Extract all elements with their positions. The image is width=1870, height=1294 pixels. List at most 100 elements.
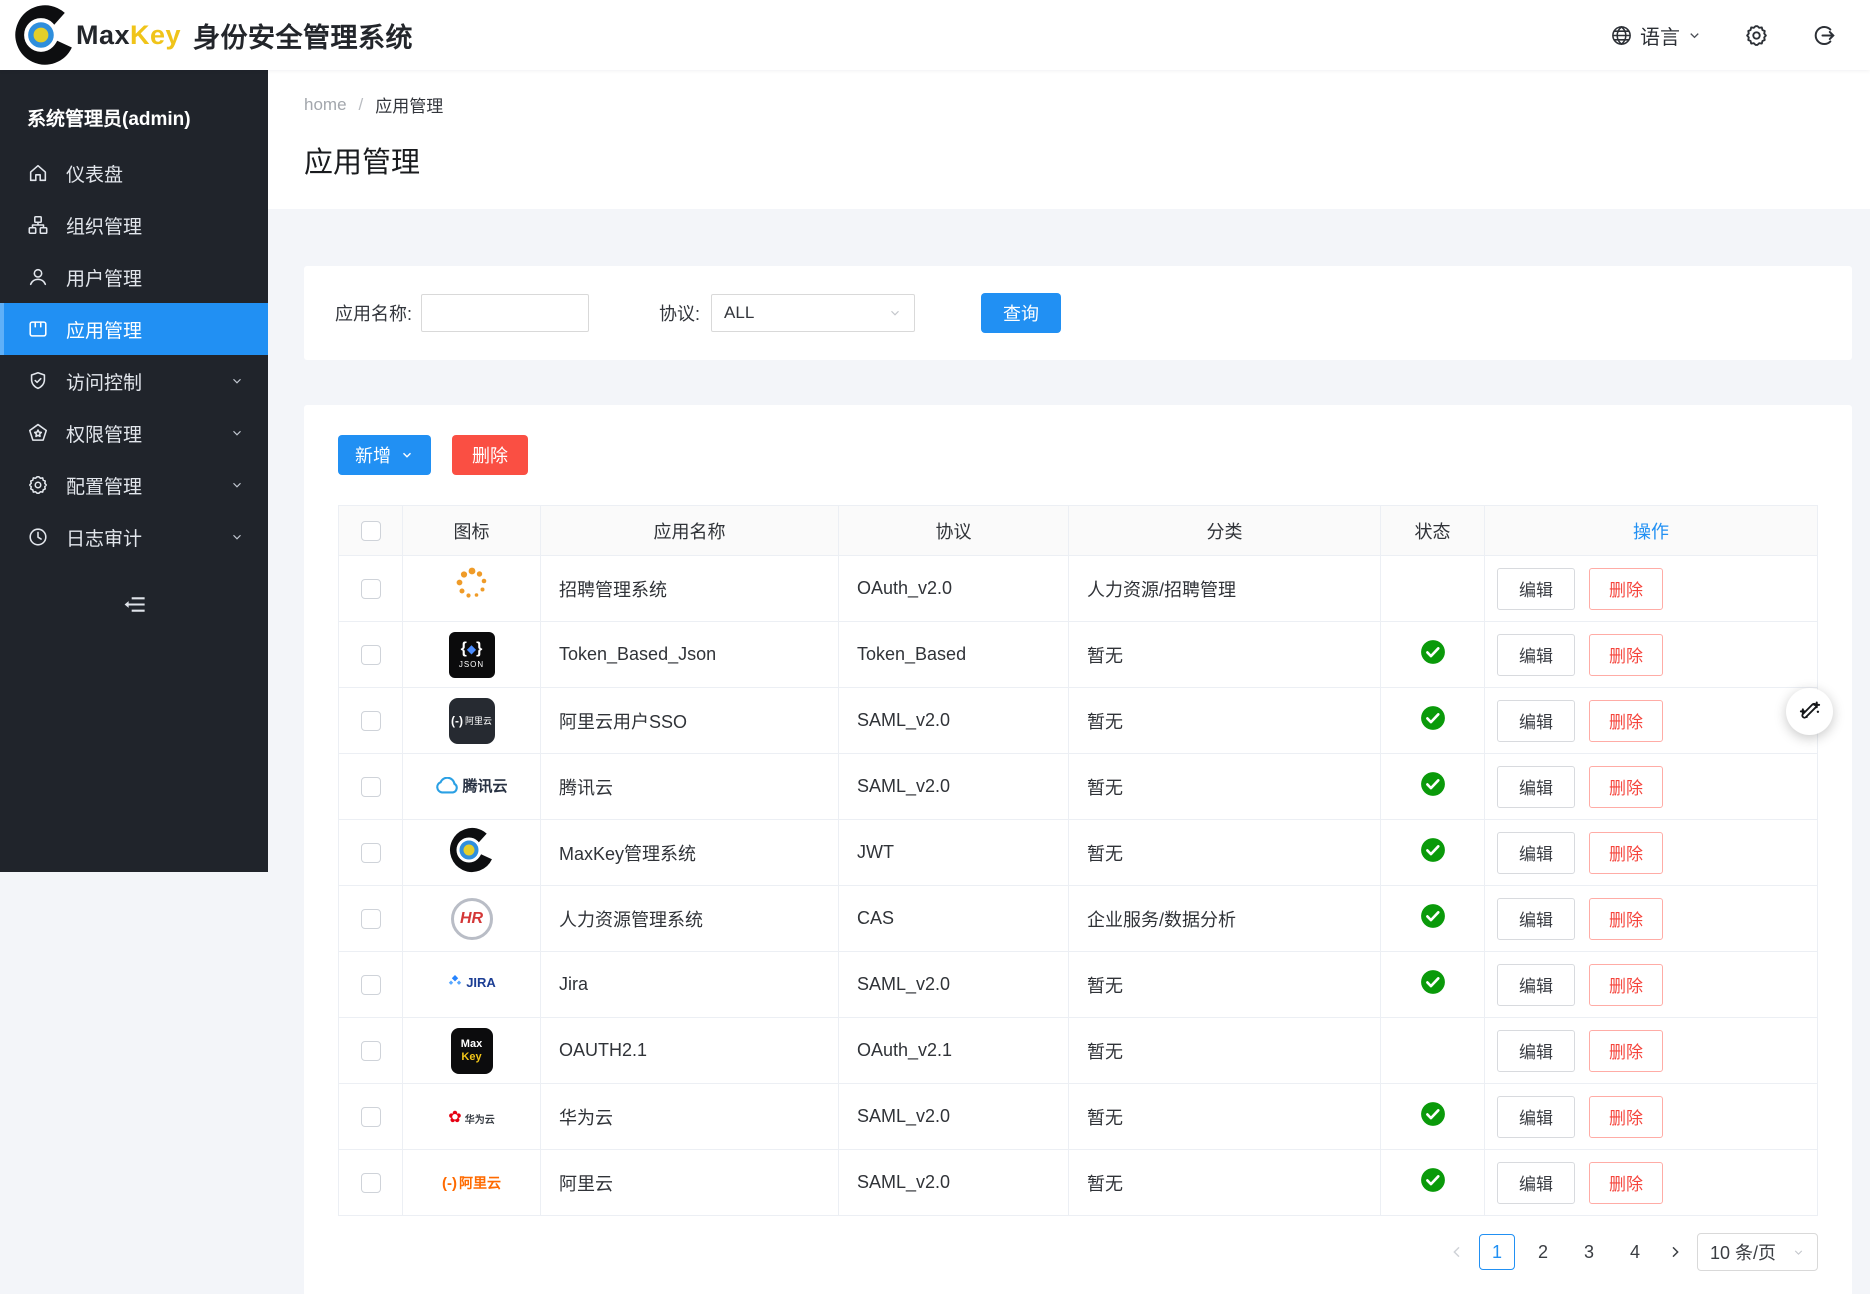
row-checkbox[interactable] bbox=[361, 1041, 381, 1061]
maxkey-dark-icon: MaxKey bbox=[451, 1028, 493, 1074]
language-menu[interactable]: 语言 bbox=[1610, 21, 1702, 50]
edit-button[interactable]: 编辑 bbox=[1497, 1030, 1575, 1072]
row-checkbox[interactable] bbox=[361, 843, 381, 863]
sidebar-item-label: 组织管理 bbox=[66, 212, 142, 239]
logout-icon[interactable] bbox=[1811, 23, 1836, 48]
row-checkbox[interactable] bbox=[361, 975, 381, 995]
pagination-prev-icon[interactable] bbox=[1449, 1244, 1465, 1260]
row-checkbox[interactable] bbox=[361, 1107, 381, 1127]
app-status bbox=[1381, 1018, 1485, 1084]
row-checkbox[interactable] bbox=[361, 645, 381, 665]
magic-wand-button[interactable] bbox=[1786, 688, 1833, 735]
jira-icon: JIRA bbox=[447, 974, 496, 990]
row-checkbox[interactable] bbox=[361, 777, 381, 797]
delete-row-button[interactable]: 删除 bbox=[1589, 634, 1663, 676]
sidebar-item-日志审计[interactable]: 日志审计 bbox=[0, 511, 268, 563]
bulk-delete-button[interactable]: 删除 bbox=[452, 435, 528, 475]
settings-gear-icon[interactable] bbox=[1744, 23, 1769, 48]
sidebar-item-配置管理[interactable]: 配置管理 bbox=[0, 459, 268, 511]
breadcrumb-home-link[interactable]: home bbox=[304, 95, 347, 115]
app-name-input[interactable] bbox=[421, 294, 589, 332]
app-category: 暂无 bbox=[1069, 952, 1381, 1018]
delete-row-button[interactable]: 删除 bbox=[1589, 766, 1663, 808]
tencent-cloud-icon: 腾讯云 bbox=[435, 775, 507, 796]
app-protocol: SAML_v2.0 bbox=[839, 1084, 1069, 1150]
app-name: 人力资源管理系统 bbox=[541, 886, 839, 952]
edit-button[interactable]: 编辑 bbox=[1497, 964, 1575, 1006]
brand: MaxKey 身份安全管理系统 bbox=[14, 4, 413, 66]
chevron-down-icon bbox=[888, 306, 902, 320]
sidebar-item-应用管理[interactable]: 应用管理 bbox=[0, 303, 268, 355]
delete-row-button[interactable]: 删除 bbox=[1589, 832, 1663, 874]
row-checkbox[interactable] bbox=[361, 909, 381, 929]
check-circle-icon bbox=[1420, 771, 1446, 797]
table-row: MaxKey管理系统JWT暂无编辑删除 bbox=[339, 820, 1818, 886]
delete-row-button[interactable]: 删除 bbox=[1589, 964, 1663, 1006]
app-protocol: CAS bbox=[839, 886, 1069, 952]
select-all-checkbox[interactable] bbox=[361, 521, 381, 541]
app-protocol: SAML_v2.0 bbox=[839, 688, 1069, 754]
app-category: 暂无 bbox=[1069, 688, 1381, 754]
protocol-select[interactable]: ALL bbox=[711, 294, 915, 332]
aliyun-dark-icon: (-)阿里云 bbox=[449, 698, 495, 744]
edit-button[interactable]: 编辑 bbox=[1497, 1096, 1575, 1138]
org-cluster-icon bbox=[27, 214, 49, 236]
pagination-page-3[interactable]: 3 bbox=[1571, 1234, 1607, 1270]
delete-row-button[interactable]: 删除 bbox=[1589, 1030, 1663, 1072]
edit-button[interactable]: 编辑 bbox=[1497, 568, 1575, 610]
edit-button[interactable]: 编辑 bbox=[1497, 700, 1575, 742]
huawei-cloud-icon: ✿华为云 bbox=[448, 1110, 494, 1126]
edit-button[interactable]: 编辑 bbox=[1497, 832, 1575, 874]
column-header-category: 分类 bbox=[1069, 506, 1381, 556]
sidebar-item-组织管理[interactable]: 组织管理 bbox=[0, 199, 268, 251]
sidebar-item-label: 配置管理 bbox=[66, 472, 142, 499]
pagination-page-2[interactable]: 2 bbox=[1525, 1234, 1561, 1270]
add-button[interactable]: 新增 bbox=[338, 435, 431, 475]
pagination-page-4[interactable]: 4 bbox=[1617, 1234, 1653, 1270]
delete-row-button[interactable]: 删除 bbox=[1589, 700, 1663, 742]
delete-row-button[interactable]: 删除 bbox=[1589, 568, 1663, 610]
table-row: 腾讯云腾讯云SAML_v2.0暂无编辑删除 bbox=[339, 754, 1818, 820]
app-status bbox=[1381, 754, 1485, 820]
menu-fold-icon[interactable] bbox=[120, 591, 148, 618]
app-category: 暂无 bbox=[1069, 1018, 1381, 1084]
top-bar: MaxKey 身份安全管理系统 语言 bbox=[0, 0, 1870, 70]
column-header-operations: 操作 bbox=[1485, 506, 1818, 556]
sidebar-item-label: 访问控制 bbox=[66, 368, 142, 395]
edit-button[interactable]: 编辑 bbox=[1497, 1162, 1575, 1204]
chevron-down-icon bbox=[1792, 1246, 1805, 1259]
delete-row-button[interactable]: 删除 bbox=[1589, 1162, 1663, 1204]
pagination-next-icon[interactable] bbox=[1667, 1244, 1683, 1260]
table-body: 招聘管理系统OAuth_v2.0人力资源/招聘管理编辑删除{◆}JSONToke… bbox=[339, 556, 1818, 1216]
sidebar-menu: 仪表盘组织管理用户管理应用管理访问控制权限管理配置管理日志审计 bbox=[0, 147, 268, 563]
sidebar-item-访问控制[interactable]: 访问控制 bbox=[0, 355, 268, 407]
edit-button[interactable]: 编辑 bbox=[1497, 634, 1575, 676]
row-checkbox[interactable] bbox=[361, 579, 381, 599]
brand-key: Key bbox=[130, 20, 181, 51]
sidebar-item-用户管理[interactable]: 用户管理 bbox=[0, 251, 268, 303]
sidebar-item-仪表盘[interactable]: 仪表盘 bbox=[0, 147, 268, 199]
table-header-row: 图标 应用名称 协议 分类 状态 操作 bbox=[339, 506, 1818, 556]
table-row: 招聘管理系统OAuth_v2.0人力资源/招聘管理编辑删除 bbox=[339, 556, 1818, 622]
table-row: JIRAJiraSAML_v2.0暂无编辑删除 bbox=[339, 952, 1818, 1018]
page-size-select[interactable]: 10 条/页 bbox=[1697, 1233, 1818, 1271]
check-circle-icon bbox=[1420, 1167, 1446, 1193]
row-checkbox[interactable] bbox=[361, 1173, 381, 1193]
app-category: 暂无 bbox=[1069, 1084, 1381, 1150]
app-category: 企业服务/数据分析 bbox=[1069, 886, 1381, 952]
pagination: 1234 10 条/页 bbox=[338, 1233, 1818, 1271]
search-button[interactable]: 查询 bbox=[981, 293, 1061, 333]
app-protocol: JWT bbox=[839, 820, 1069, 886]
table-row: HR人力资源管理系统CAS企业服务/数据分析编辑删除 bbox=[339, 886, 1818, 952]
app-protocol: OAuth_v2.0 bbox=[839, 556, 1069, 622]
pagination-page-1[interactable]: 1 bbox=[1479, 1234, 1515, 1270]
sidebar-item-label: 日志审计 bbox=[66, 524, 142, 551]
app-name: MaxKey管理系统 bbox=[541, 820, 839, 886]
delete-row-button[interactable]: 删除 bbox=[1589, 898, 1663, 940]
sidebar-item-权限管理[interactable]: 权限管理 bbox=[0, 407, 268, 459]
edit-button[interactable]: 编辑 bbox=[1497, 766, 1575, 808]
check-circle-icon bbox=[1420, 903, 1446, 929]
row-checkbox[interactable] bbox=[361, 711, 381, 731]
delete-row-button[interactable]: 删除 bbox=[1589, 1096, 1663, 1138]
edit-button[interactable]: 编辑 bbox=[1497, 898, 1575, 940]
